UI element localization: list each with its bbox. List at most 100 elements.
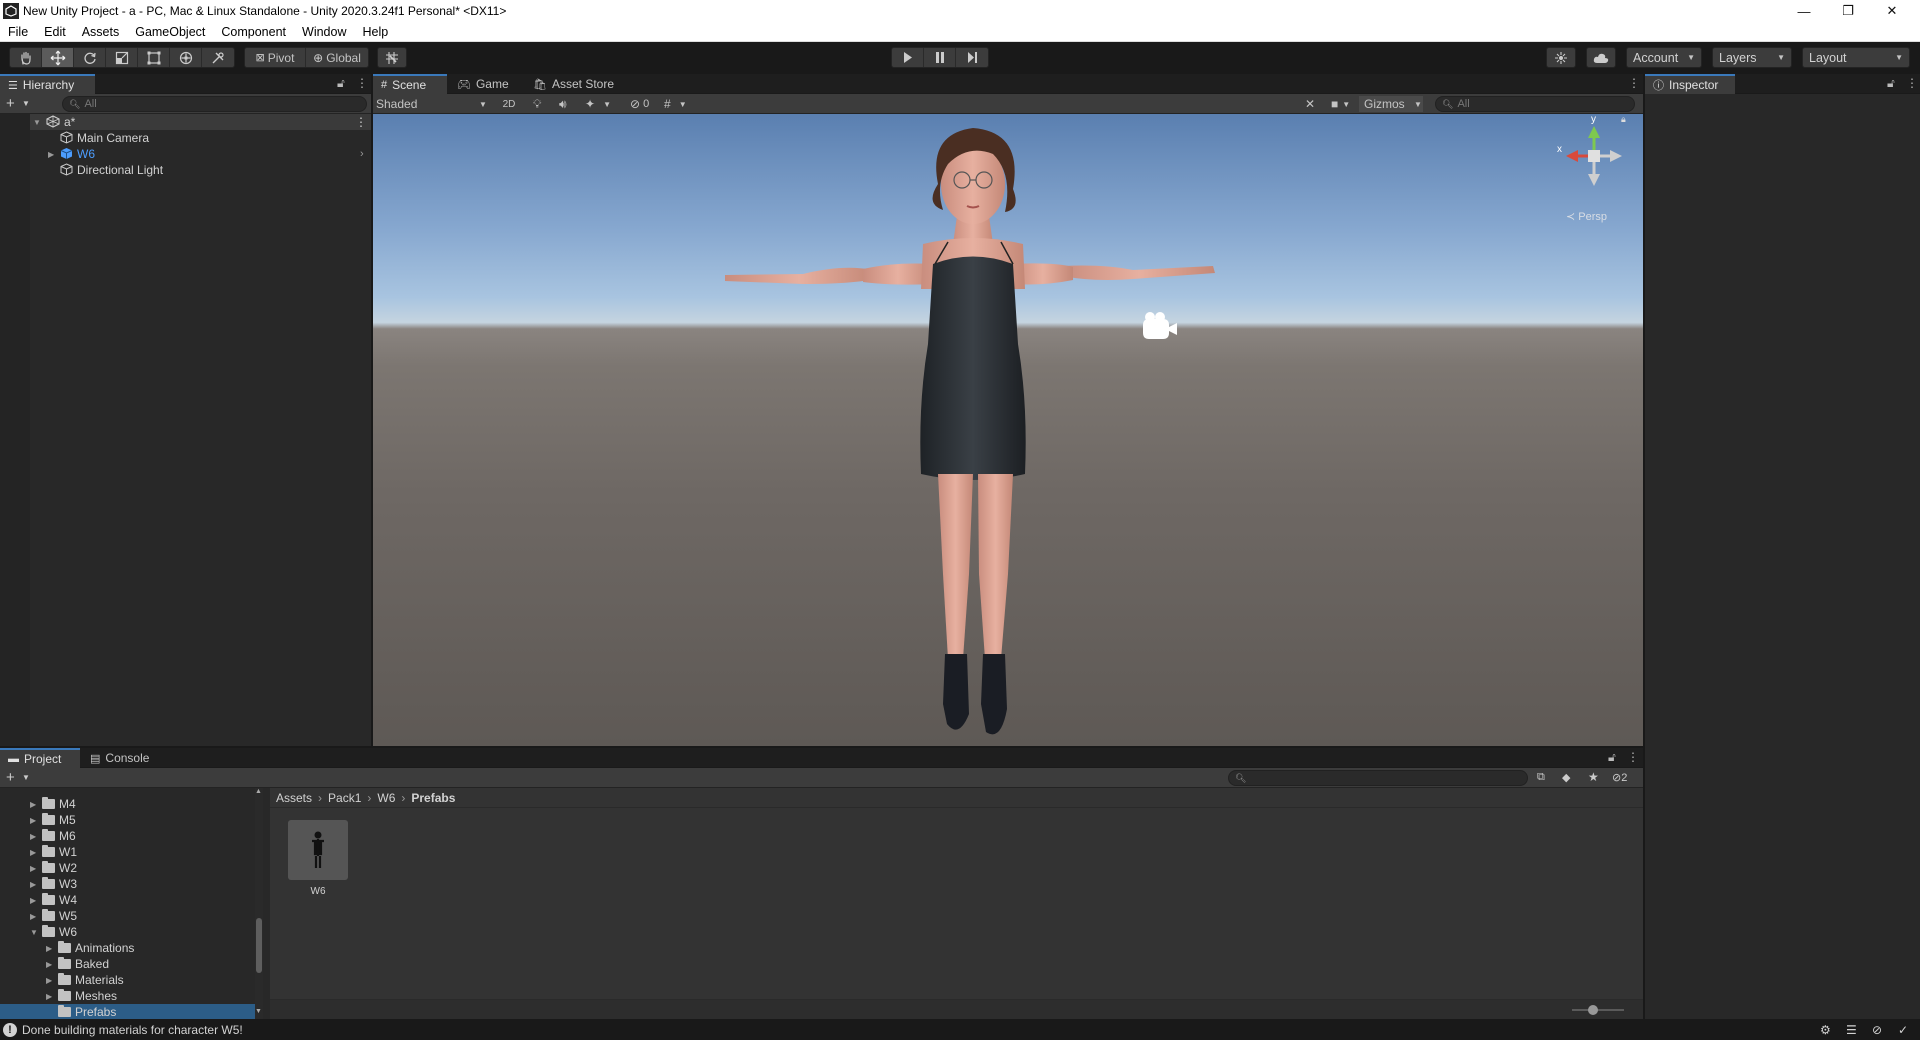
lock-icon[interactable]: 🔓︎ <box>337 76 345 91</box>
menu-gameobject[interactable]: GameObject <box>127 25 213 39</box>
folder-item[interactable]: ▶ M4 <box>30 796 76 812</box>
search-by-label-icon[interactable]: ◆ <box>1562 771 1570 784</box>
step-button[interactable] <box>956 48 988 67</box>
folder-item[interactable]: ▶ Baked <box>46 956 109 972</box>
breadcrumb-item[interactable]: Assets <box>276 791 312 805</box>
kebab-menu-icon[interactable]: ⋮ <box>1627 750 1639 764</box>
custom-tools-button[interactable] <box>202 48 234 67</box>
scrollbar-thumb[interactable] <box>256 918 262 973</box>
projection-toggle[interactable]: ≺ Persp <box>1566 210 1607 223</box>
breadcrumb-current[interactable]: Prefabs <box>411 791 455 805</box>
chevron-right-icon[interactable]: › <box>360 148 364 160</box>
scroll-up-arrow-icon[interactable]: ▲ <box>255 788 262 795</box>
tree-scrollbar[interactable]: ▲ ▼ <box>255 788 263 1019</box>
scene-tools-button[interactable]: ✕ <box>1305 96 1315 112</box>
folder-item[interactable]: ▶ W2 <box>30 860 77 876</box>
folder-item-selected[interactable]: Prefabs <box>0 1004 255 1019</box>
expand-arrow-icon[interactable]: ▶ <box>30 800 42 809</box>
lock-icon[interactable]: 🔒︎ <box>1621 114 1626 125</box>
folder-item[interactable]: ▶ W4 <box>30 892 77 908</box>
scroll-down-arrow-icon[interactable]: ▼ <box>255 1008 262 1015</box>
slider-thumb[interactable] <box>1587 1005 1598 1015</box>
tab-console[interactable]: ▤ Console <box>82 748 164 768</box>
expand-arrow-icon[interactable]: ▶ <box>30 864 42 873</box>
layout-dropdown[interactable]: Layout ▼ <box>1802 47 1910 68</box>
kebab-menu-icon[interactable]: ⋮ <box>356 76 368 90</box>
folder-item[interactable]: ▶ W3 <box>30 876 77 892</box>
scene-search-input[interactable]: 🔍︎ All <box>1435 96 1635 112</box>
menu-file[interactable]: File <box>0 25 36 39</box>
database-icon[interactable]: ☰ <box>1846 1023 1857 1037</box>
menu-edit[interactable]: Edit <box>36 25 74 39</box>
grid-visibility-dropdown[interactable]: # ▼ <box>664 96 687 112</box>
breadcrumb-item[interactable]: Pack1 <box>328 791 361 805</box>
restore-button[interactable]: ❐ <box>1826 0 1870 22</box>
collapse-arrow-icon[interactable]: ▼ <box>30 928 42 937</box>
chevron-down-icon[interactable]: ▼ <box>22 99 30 108</box>
hand-tool-button[interactable] <box>10 48 42 67</box>
kebab-menu-icon[interactable]: ⋮ <box>1906 76 1918 90</box>
pivot-toggle[interactable]: ⊠ Pivot <box>245 48 306 67</box>
tab-hierarchy[interactable]: ☰ Hierarchy <box>0 74 95 94</box>
hierarchy-item[interactable]: Directional Light <box>0 162 371 178</box>
orientation-gizmo[interactable]: y x 🔒︎ <box>1554 114 1634 200</box>
expand-arrow-icon[interactable]: ▶ <box>46 960 58 969</box>
menu-assets[interactable]: Assets <box>74 25 128 39</box>
search-by-type-icon[interactable]: ⧉ <box>1537 771 1545 784</box>
hierarchy-item[interactable]: Main Camera <box>0 130 371 146</box>
chevron-down-icon[interactable]: ▼ <box>22 773 30 782</box>
menu-window[interactable]: Window <box>294 25 354 39</box>
kebab-menu-icon[interactable]: ⋮ <box>355 115 367 129</box>
rect-tool-button[interactable] <box>138 48 170 67</box>
menu-help[interactable]: Help <box>354 25 396 39</box>
play-button[interactable] <box>892 48 924 67</box>
expand-arrow-icon[interactable]: ▼ <box>33 118 41 127</box>
expand-arrow-icon[interactable]: ▶ <box>30 848 42 857</box>
cloud-button[interactable] <box>1587 48 1615 67</box>
pause-render-icon[interactable]: ⊘ <box>1872 1023 1882 1037</box>
lock-icon[interactable]: 🔓︎ <box>1608 750 1616 765</box>
toggle-2d-button[interactable]: 2D <box>497 96 521 112</box>
folder-item[interactable]: ▶ M6 <box>30 828 76 844</box>
add-icon[interactable]: + <box>6 95 15 112</box>
tab-project[interactable]: ▬ Project <box>0 748 80 768</box>
audio-toggle[interactable]: 🔊︎ <box>559 96 567 112</box>
folder-item[interactable]: ▶ M5 <box>30 812 76 828</box>
folder-item[interactable]: ▶ Meshes <box>46 988 117 1004</box>
expand-arrow-icon[interactable]: ▶ <box>46 992 58 1001</box>
gizmos-dropdown[interactable]: Gizmos ▼ <box>1359 96 1423 112</box>
project-search-input[interactable]: 🔍︎ <box>1228 770 1528 786</box>
hierarchy-scene-row[interactable]: ▼ a* ⋮ <box>0 114 371 130</box>
thumbnail-size-slider[interactable] <box>1572 1005 1624 1015</box>
hierarchy-item-prefab[interactable]: ▶ W6 › <box>0 146 371 162</box>
transform-tool-button[interactable] <box>170 48 202 67</box>
folder-item[interactable]: ▶ Materials <box>46 972 124 988</box>
scale-tool-button[interactable] <box>106 48 138 67</box>
expand-arrow-icon[interactable]: ▶ <box>30 832 42 841</box>
effects-dropdown[interactable]: ✦ ▼ <box>585 96 611 112</box>
tab-asset-store[interactable]: 🛍︎ Asset Store <box>525 74 625 94</box>
move-tool-button[interactable] <box>42 48 74 67</box>
character-model[interactable] <box>373 114 1643 746</box>
kebab-menu-icon[interactable]: ⋮ <box>1628 76 1640 90</box>
tab-scene[interactable]: # Scene <box>373 74 447 94</box>
pause-button[interactable] <box>924 48 956 67</box>
minimize-button[interactable]: — <box>1782 0 1826 22</box>
expand-arrow-icon[interactable]: ▶ <box>46 944 58 953</box>
menu-component[interactable]: Component <box>213 25 294 39</box>
collab-button[interactable] <box>1547 48 1575 67</box>
favorite-star-icon[interactable]: ★ <box>1588 770 1599 784</box>
account-dropdown[interactable]: Account ▼ <box>1626 47 1702 68</box>
lock-icon[interactable]: 🔓︎ <box>1887 76 1895 91</box>
folder-item[interactable]: ▶ W5 <box>30 908 77 924</box>
folder-item[interactable]: ▼ W6 <box>30 924 77 940</box>
expand-arrow-icon[interactable]: ▶ <box>30 896 42 905</box>
asset-tile[interactable]: W6 <box>288 820 348 900</box>
scene-viewport[interactable]: y x 🔒︎ ≺ Persp <box>373 114 1643 746</box>
grid-snapping-button[interactable] <box>378 48 406 67</box>
bug-icon[interactable]: ⚙ <box>1820 1023 1831 1037</box>
expand-arrow-icon[interactable]: ▶ <box>30 912 42 921</box>
check-circle-icon[interactable]: ✓ <box>1898 1023 1908 1037</box>
tab-inspector[interactable]: ⓘ Inspector <box>1645 74 1735 94</box>
folder-item[interactable]: ▶ Animations <box>46 940 134 956</box>
